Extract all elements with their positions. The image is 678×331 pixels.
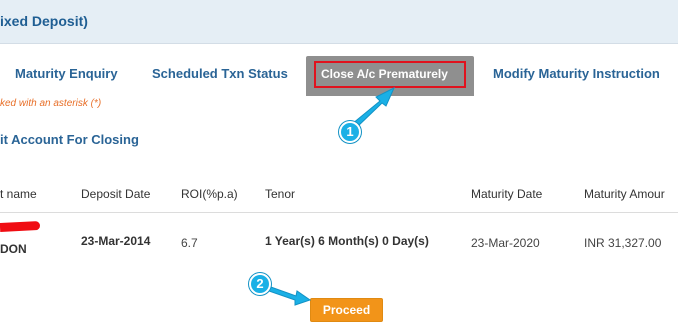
step-badge-1: 1 <box>339 121 361 143</box>
arrow-1-icon <box>351 86 396 129</box>
annotation-arrows <box>265 86 396 306</box>
step-badge-2: 2 <box>249 273 271 295</box>
arrow-2-icon <box>265 285 312 306</box>
